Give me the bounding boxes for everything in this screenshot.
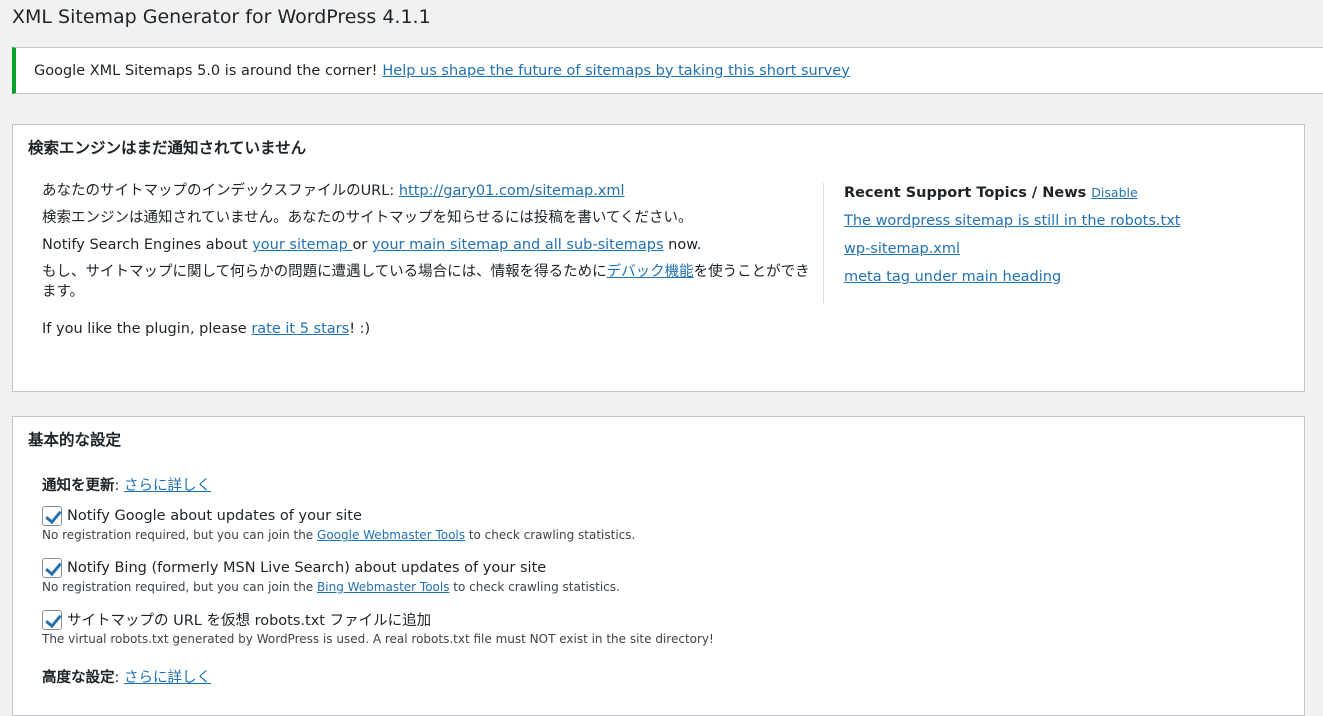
rate-link[interactable]: rate it 5 stars — [251, 321, 349, 337]
notify-suffix: now. — [663, 237, 702, 253]
support-topics: Recent Support Topics / News Disable The… — [844, 183, 1284, 295]
support-heading-text: Recent Support Topics / News — [844, 185, 1092, 201]
notify-google-desc: No registration required, but you can jo… — [42, 528, 635, 542]
notify-or: or — [352, 237, 372, 253]
option-robots-txt: サイトマップの URL を仮想 robots.txt ファイルに追加 The v… — [42, 609, 714, 646]
notify-all-sitemaps-link[interactable]: your main sitemap and all sub-sitemaps — [372, 237, 664, 253]
notify-bing-checkbox[interactable] — [42, 558, 62, 578]
column-divider — [823, 183, 824, 303]
support-heading: Recent Support Topics / News Disable — [844, 183, 1284, 203]
rate-suffix: ! :) — [349, 321, 371, 337]
notify-google-checkbox[interactable] — [42, 506, 62, 526]
option-notify-bing: Notify Bing (formerly MSN Live Search) a… — [42, 558, 620, 594]
update-learn-more-link[interactable]: さらに詳しく — [124, 478, 211, 494]
support-topic-link[interactable]: wp-sitemap.xml — [844, 239, 1284, 259]
advanced-label-text: 高度な設定 — [42, 670, 115, 686]
debug-prefix: もし、サイトマップに関して何らかの問題に遭遇している場合には、情報を得るために — [42, 264, 607, 280]
rate-prefix: If you like the plugin, please — [42, 321, 252, 337]
survey-link[interactable]: Help us shape the future of sitemaps by … — [382, 63, 849, 79]
desc-text: No registration required, but you can jo… — [42, 580, 318, 594]
basic-settings-title: 基本的な設定 — [28, 431, 122, 449]
survey-notice: Google XML Sitemaps 5.0 is around the co… — [12, 47, 1323, 94]
advanced-learn-more-link[interactable]: さらに詳しく — [124, 670, 211, 686]
notify-label: Notify Search Engines about — [42, 237, 253, 253]
desc-suffix: to check crawling statistics. — [465, 528, 636, 542]
notice-message: Google XML Sitemaps 5.0 is around the co… — [34, 62, 378, 79]
update-label-text: 通知を更新 — [42, 478, 115, 494]
support-topic-link[interactable]: meta tag under main heading — [844, 267, 1284, 287]
advanced-settings-label: 高度な設定: さらに詳しく — [42, 670, 211, 686]
desc-text: No registration required, but you can jo… — [42, 528, 318, 542]
google-webmaster-tools-link[interactable]: Google Webmaster Tools — [317, 528, 465, 542]
support-disable-link[interactable]: Disable — [1091, 185, 1137, 200]
basic-settings-postbox: 基本的な設定 通知を更新: さらに詳しく Notify Google about… — [12, 416, 1305, 716]
update-notification-label: 通知を更新: さらに詳しく — [42, 478, 211, 494]
notify-sitemap-link[interactable]: your sitemap — [252, 237, 352, 253]
bing-webmaster-tools-link[interactable]: Bing Webmaster Tools — [317, 580, 449, 594]
notify-bing-desc: No registration required, but you can jo… — [42, 580, 620, 594]
notify-bing-label: Notify Bing (formerly MSN Live Search) a… — [67, 560, 547, 576]
page-title: XML Sitemap Generator for WordPress 4.1.… — [12, 6, 431, 28]
robots-txt-label: サイトマップの URL を仮想 robots.txt ファイルに追加 — [67, 613, 432, 629]
rate-line: If you like the plugin, please rate it 5… — [42, 319, 812, 339]
sitemap-url-label: あなたのサイトマップのインデックスファイルのURL: — [42, 183, 399, 199]
notify-google-label: Notify Google about updates of your site — [67, 508, 362, 524]
option-notify-google: Notify Google about updates of your site… — [42, 506, 635, 542]
sitemap-url-line: あなたのサイトマップのインデックスファイルのURL: http://gary01… — [42, 181, 812, 201]
robots-txt-desc: The virtual robots.txt generated by Word… — [42, 632, 714, 646]
option-line: サイトマップの URL を仮想 robots.txt ファイルに追加 — [42, 609, 714, 630]
notify-line: Notify Search Engines about your sitemap… — [42, 235, 812, 255]
support-topic-link[interactable]: The wordpress sitemap is still in the ro… — [844, 211, 1284, 231]
option-line: Notify Bing (formerly MSN Live Search) a… — [42, 558, 620, 578]
desc-suffix: to check crawling statistics. — [449, 580, 620, 594]
debug-link[interactable]: デバック機能 — [607, 264, 694, 280]
option-line: Notify Google about updates of your site — [42, 506, 635, 526]
not-notified-text: 検索エンジンは通知されていません。あなたのサイトマップを知らせるには投稿を書いて… — [42, 210, 693, 226]
debug-line: もし、サイトマップに関して何らかの問題に遭遇している場合には、情報を得るためにデ… — [42, 262, 812, 302]
sitemap-url-link[interactable]: http://gary01.com/sitemap.xml — [399, 183, 625, 199]
robots-txt-checkbox[interactable] — [42, 609, 62, 630]
status-postbox: 検索エンジンはまだ通知されていません あなたのサイトマップのインデックスファイル… — [12, 124, 1305, 392]
status-box-title: 検索エンジンはまだ通知されていません — [28, 139, 307, 157]
status-info: あなたのサイトマップのインデックスファイルのURL: http://gary01… — [42, 181, 812, 346]
